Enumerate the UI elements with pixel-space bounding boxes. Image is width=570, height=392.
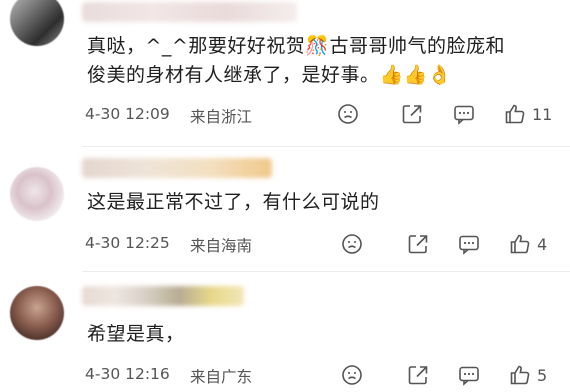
emotion-icon	[342, 365, 362, 385]
like-button[interactable]: 5	[509, 364, 547, 386]
share-icon	[402, 105, 422, 124]
like-button[interactable]: 4	[509, 233, 547, 255]
comment-time: 4-30 12:09	[85, 105, 170, 123]
like-count: 5	[537, 365, 548, 385]
share-icon	[408, 235, 428, 254]
comment-text: 希望是真，	[87, 323, 185, 345]
comment-time: 4-30 12:25	[85, 234, 170, 252]
username-blurred[interactable]	[82, 2, 297, 22]
like-count: 4	[537, 234, 548, 254]
emotion-icon	[338, 104, 358, 124]
thumbs-up-icon	[510, 365, 530, 385]
comment-item: 希望是真， 4-30 12:16 来自广东 5	[0, 272, 570, 392]
like-count: 11	[532, 104, 553, 124]
emotion-button[interactable]	[341, 364, 363, 386]
comment-time: 4-30 12:16	[85, 365, 170, 383]
comment-item: 真哒，^_^那要好好祝贺🎊古哥哥帅气的脸庞和 俊美的身材有人继承了，是好事。👍👍…	[0, 0, 570, 140]
comment-text: 真哒，^_^那要好好祝贺🎊古哥哥帅气的脸庞和	[87, 35, 505, 57]
thumbs-up-icon	[505, 104, 525, 124]
emotion-icon	[342, 234, 362, 254]
share-button[interactable]	[407, 233, 429, 255]
comment-location: 来自浙江	[190, 108, 253, 126]
comment-location: 来自广东	[190, 368, 253, 386]
reply-icon	[459, 366, 479, 386]
reply-button[interactable]	[453, 103, 475, 125]
emotion-button[interactable]	[337, 103, 359, 125]
comment-location: 来自海南	[190, 237, 253, 255]
avatar[interactable]	[10, 167, 64, 221]
emotion-button[interactable]	[341, 233, 363, 255]
comment-item: 这是最正常不过了，有什么可说的 4-30 12:25 来自海南 4	[0, 147, 570, 269]
avatar[interactable]	[10, 286, 64, 340]
reply-button[interactable]	[458, 233, 480, 255]
username-blurred[interactable]	[82, 158, 272, 178]
share-button[interactable]	[401, 103, 423, 125]
like-button[interactable]: 11	[504, 103, 552, 125]
thumbs-up-icon	[510, 234, 530, 254]
comment-text: 俊美的身材有人继承了，是好事。👍👍👌	[87, 64, 452, 86]
share-icon	[408, 366, 428, 385]
comment-text: 这是最正常不过了，有什么可说的	[87, 191, 380, 213]
reply-icon	[459, 235, 479, 255]
share-button[interactable]	[407, 364, 429, 386]
username-blurred[interactable]	[82, 286, 244, 306]
reply-icon	[454, 105, 474, 125]
reply-button[interactable]	[458, 364, 480, 386]
avatar[interactable]	[10, 0, 64, 46]
